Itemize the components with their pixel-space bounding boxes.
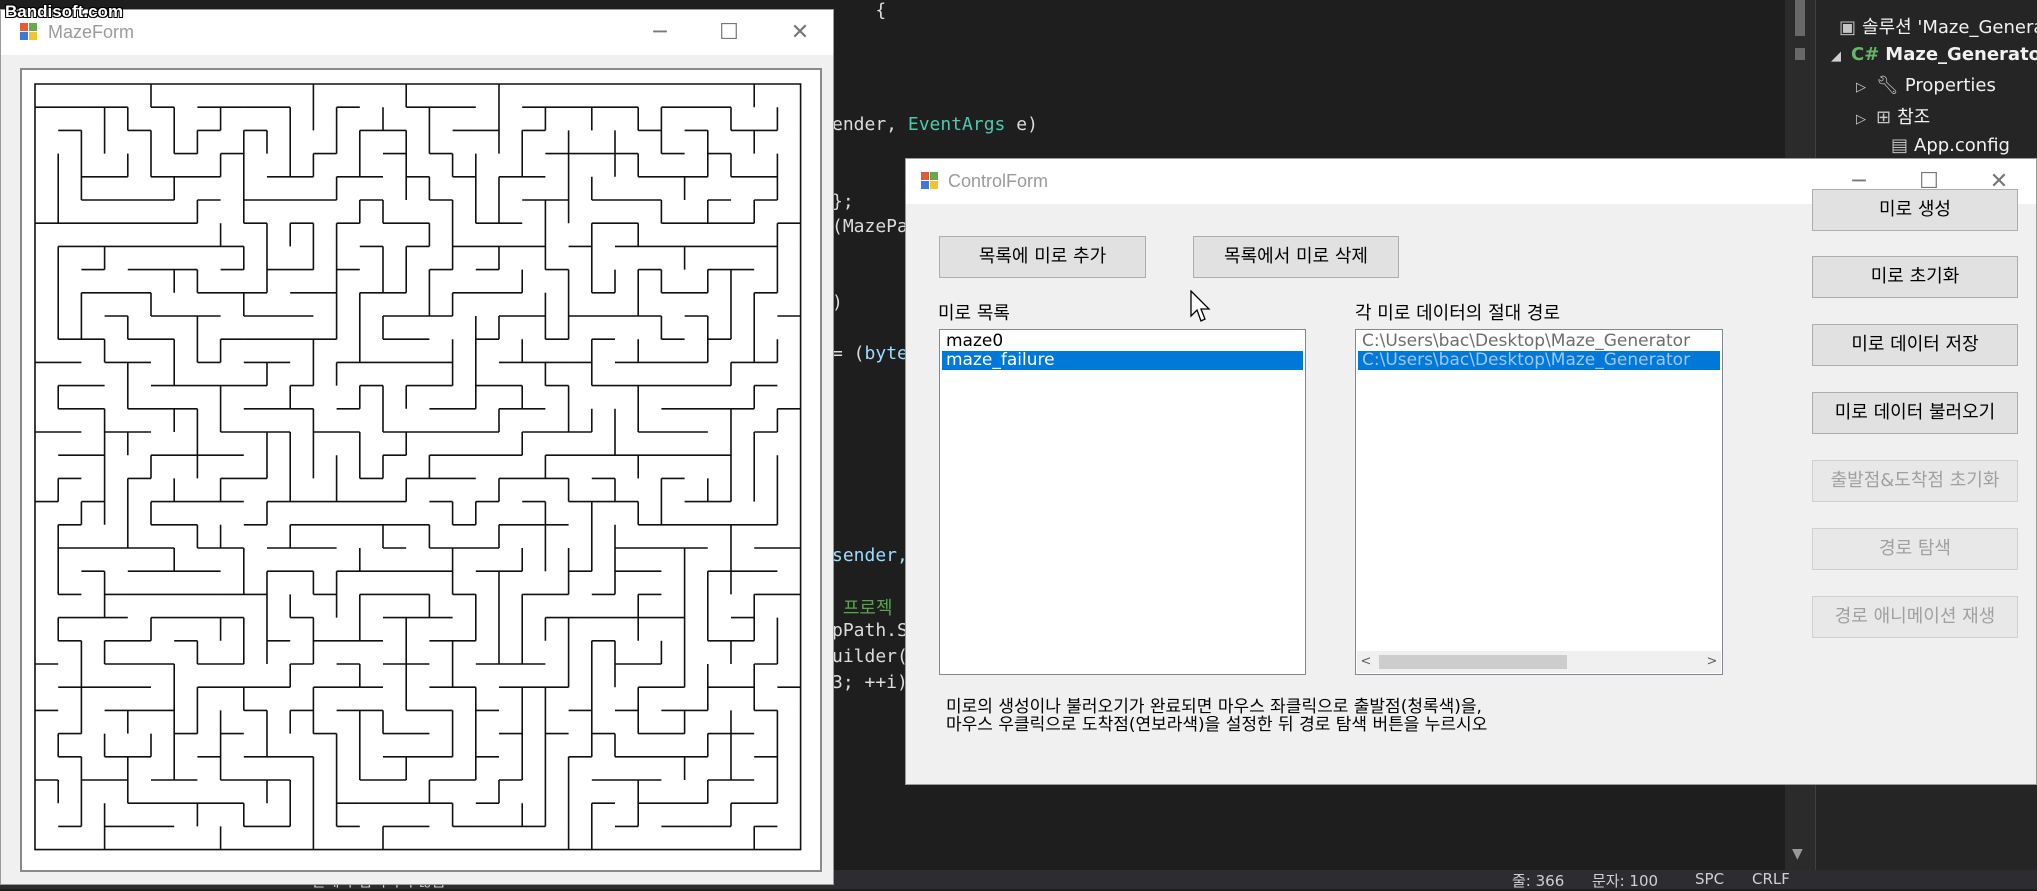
generate-maze-button[interactable]: 미로 생성 — [1812, 189, 2018, 231]
remove-maze-button[interactable]: 목록에서 미로 삭제 — [1193, 236, 1399, 278]
scroll-right-icon[interactable]: > — [1703, 651, 1721, 673]
config-file-icon: ▤ — [1891, 135, 1909, 156]
maze-grid[interactable] — [34, 83, 805, 854]
code-line-6: sender, — [832, 545, 908, 566]
code-fragment-brace: { — [832, 0, 887, 21]
collapsed-arrow-icon[interactable]: ▷ — [1856, 112, 1866, 127]
maximize-button[interactable]: ☐ — [706, 18, 752, 48]
close-button[interactable]: ✕ — [777, 18, 823, 48]
instruction-line-2: 마우스 우클릭으로 도착점(연보라색)을 설정한 뒤 경로 탐색 버튼을 누르시… — [946, 715, 1488, 735]
minimize-button[interactable]: ─ — [637, 18, 683, 48]
code-line-5: = (byte — [832, 343, 908, 364]
scroll-down-icon[interactable]: ▼ — [1792, 846, 1803, 862]
instruction-line-1: 미로의 생성이나 불러오기가 완료되면 마우스 좌클릭으로 출발점(청록색)을, — [946, 697, 1482, 717]
scroll-marker — [1795, 48, 1805, 60]
tree-item-solution[interactable]: ▣ 솔루션 'Maze_Generat — [1839, 13, 2037, 39]
code-line-8: pPath.S — [832, 620, 908, 641]
reset-start-end-button[interactable]: 출발점&도착점 초기화 — [1812, 460, 2018, 502]
recorder-watermark: Bandisoft.com — [5, 2, 124, 21]
window-title: ControlForm — [948, 171, 1049, 191]
path-list-label: 각 미로 데이터의 절대 경로 — [1355, 303, 1561, 324]
code-line-3: (MazePa — [832, 216, 908, 237]
tree-item-project[interactable]: ◢ C# Maze_Generator — [1831, 44, 2037, 65]
add-maze-button[interactable]: 목록에 미로 추가 — [939, 236, 1146, 278]
window-title: MazeForm — [48, 22, 135, 42]
maze-form-window: MazeForm ─ ☐ ✕ — [0, 9, 834, 885]
csharp-project-icon: C# — [1851, 44, 1880, 65]
wrench-icon: 🔧︎ — [1876, 75, 1899, 96]
char-number: 문자: 100 — [1592, 872, 1659, 890]
list-item[interactable]: C:\Users\bac\Desktop\Maze_Generator — [1358, 332, 1720, 351]
list-item[interactable]: maze0 — [942, 332, 1303, 351]
collapsed-arrow-icon[interactable]: ▷ — [1856, 80, 1866, 95]
code-line-2: }; — [832, 191, 854, 212]
maze-walls — [34, 83, 802, 851]
indent-mode[interactable]: SPC — [1695, 870, 1724, 888]
tree-item-app-config[interactable]: ▤ App.config — [1891, 135, 2010, 156]
maze-canvas[interactable] — [20, 68, 822, 872]
code-line-7: 프로젝 — [832, 598, 893, 619]
path-list-horizontal-scrollbar[interactable]: < > — [1357, 651, 1721, 673]
expanded-arrow-icon[interactable]: ◢ — [1831, 49, 1841, 64]
scroll-thumb[interactable] — [1795, 0, 1805, 36]
reset-maze-button[interactable]: 미로 초기화 — [1812, 256, 2018, 298]
save-maze-data-button[interactable]: 미로 데이터 저장 — [1812, 324, 2018, 366]
list-item-selected[interactable]: maze_failure — [942, 351, 1303, 370]
scroll-thumb[interactable] — [1379, 655, 1567, 669]
mouse-pointer-icon — [1190, 290, 1211, 322]
maze-list-label: 미로 목록 — [938, 303, 1010, 324]
find-path-button[interactable]: 경로 탐색 — [1812, 528, 2018, 570]
code-line-1: ender, EventArgs e) — [832, 114, 1038, 135]
app-icon — [921, 172, 939, 190]
play-path-animation-button[interactable]: 경로 애니메이션 재생 — [1812, 596, 2018, 638]
control-form-window: ControlForm ─ ☐ ✕ 목록에 미로 추가 목록에서 미로 삭제 미… — [905, 158, 2037, 785]
code-line-10: 3; ++i) — [832, 672, 908, 693]
app-icon — [20, 23, 38, 41]
scroll-left-icon[interactable]: < — [1357, 651, 1375, 673]
tree-item-properties[interactable]: ▷ 🔧︎ Properties — [1856, 75, 1996, 96]
references-icon: ⊞ — [1876, 107, 1892, 128]
list-item-selected[interactable]: C:\Users\bac\Desktop\Maze_Generator — [1358, 351, 1720, 370]
line-number: 줄: 366 — [1512, 872, 1565, 890]
maze-listbox[interactable]: maze0 maze_failure — [939, 329, 1306, 675]
instruction-text: 미로의 생성이나 불러오기가 완료되면 마우스 좌클릭으로 출발점(청록색)을,… — [946, 698, 1487, 734]
solution-icon: ▣ — [1839, 17, 1857, 38]
line-ending[interactable]: CRLF — [1752, 870, 1790, 888]
load-maze-data-button[interactable]: 미로 데이터 불러오기 — [1812, 392, 2018, 434]
tree-item-references[interactable]: ▷ ⊞ 참조 — [1856, 103, 1930, 129]
code-line-9: uilder( — [832, 646, 908, 667]
path-listbox[interactable]: C:\Users\bac\Desktop\Maze_Generator C:\U… — [1355, 329, 1723, 675]
maze-form-titlebar[interactable]: MazeForm ─ ☐ ✕ — [1, 10, 833, 55]
